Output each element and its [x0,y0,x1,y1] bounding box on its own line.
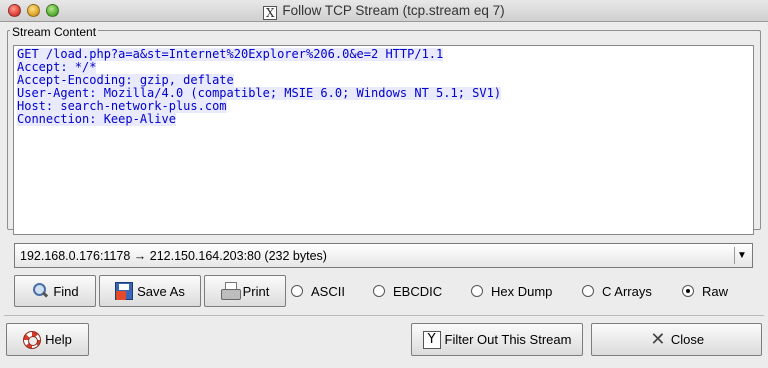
floppy-disk-icon [115,282,134,300]
x-app-icon: X [263,6,278,20]
radio-indicator [291,285,303,297]
radio-raw[interactable]: Raw [682,282,728,300]
print-button-label: Print [242,283,270,299]
find-button-label: Find [53,283,79,299]
filter-out-button-label: Filter Out This Stream [444,332,572,347]
radio-ebcdic-label: EBCDIC [393,283,443,299]
radio-indicator [471,285,483,297]
chevron-down-icon[interactable]: ▼ [734,247,749,264]
radio-hex-dump[interactable]: Hex Dump [471,282,552,300]
printer-icon [220,282,241,300]
radio-ebcdic[interactable]: EBCDIC [373,282,442,300]
filter-icon: Y [422,330,441,349]
radio-c-arrays[interactable]: C Arrays [582,282,652,300]
radio-hex-dump-label: Hex Dump [491,283,553,299]
help-button-label: Help [45,332,72,347]
radio-ascii-label: ASCII [311,283,345,299]
close-button-label: Close [670,332,705,347]
window-title-wrap: X Follow TCP Stream (tcp.stream eq 7) [0,3,768,20]
magnifier-icon [31,282,49,300]
radio-indicator-selected [682,285,694,297]
close-button[interactable]: ✕ Close [591,323,762,356]
help-button[interactable]: Help [6,323,89,356]
save-as-button-label: Save As [137,283,185,299]
conversation-select[interactable]: 192.168.0.176:1178 → 212.150.164.203:80 … [14,243,753,268]
stream-line: Connection: Keep-Alive [17,112,176,126]
filter-out-stream-button[interactable]: Y Filter Out This Stream [411,323,583,356]
divider [4,315,764,316]
lifebuoy-icon [23,330,42,349]
radio-indicator [373,285,385,297]
window-title: Follow TCP Stream (tcp.stream eq 7) [282,3,505,18]
close-icon: ✕ [650,328,666,350]
radio-indicator [582,285,594,297]
print-button[interactable]: Print [204,275,286,307]
find-button[interactable]: Find [14,275,96,307]
radio-ascii[interactable]: ASCII [291,282,345,300]
stream-content-label: Stream Content [10,25,99,39]
conversation-value: 192.168.0.176:1178 → 212.150.164.203:80 … [20,249,327,263]
stream-content-text[interactable]: GET /load.php?a=a&st=Internet%20Explorer… [13,45,754,235]
radio-raw-label: Raw [702,283,729,299]
radio-c-arrays-label: C Arrays [602,283,652,299]
title-bar: X Follow TCP Stream (tcp.stream eq 7) [0,0,768,22]
save-as-button[interactable]: Save As [99,275,201,307]
